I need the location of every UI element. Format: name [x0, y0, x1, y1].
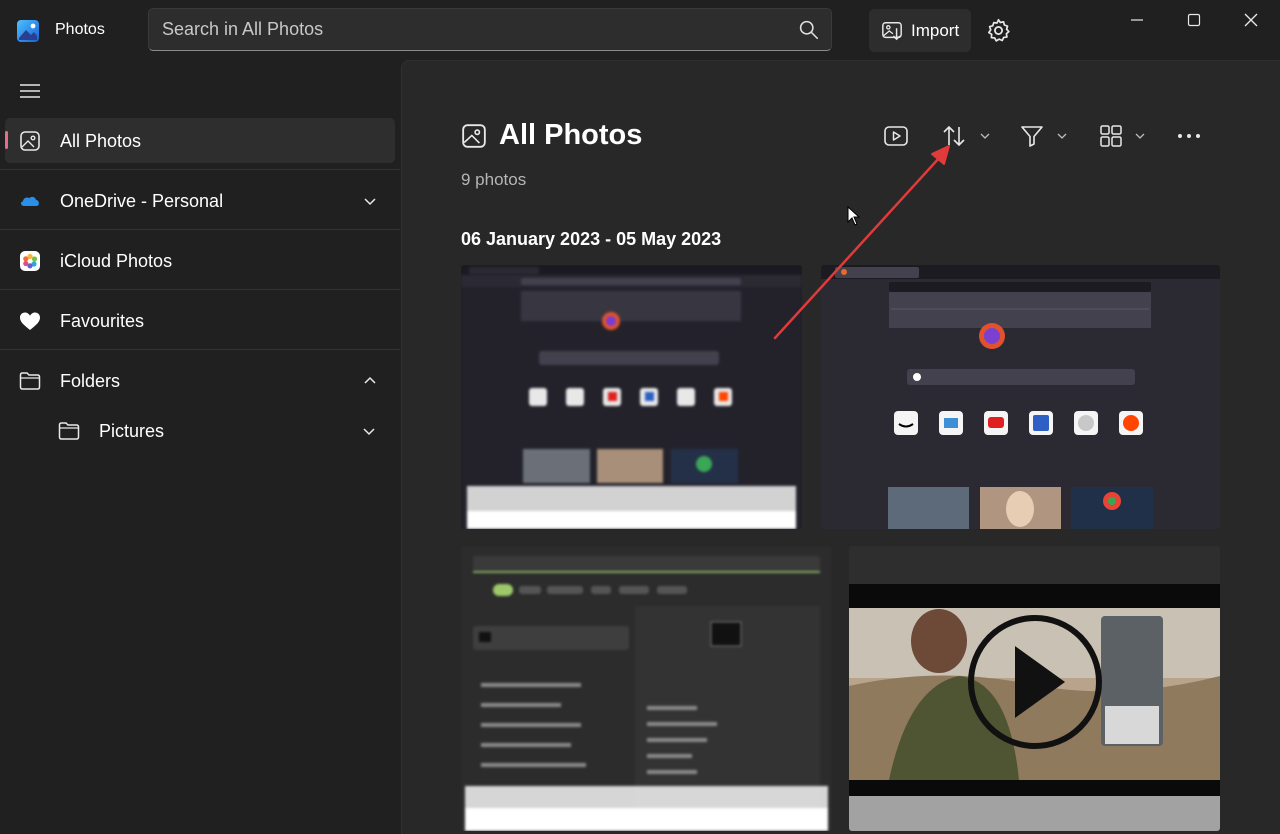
chevron-down-icon[interactable] [979, 123, 991, 149]
maximize-button[interactable] [1179, 8, 1209, 32]
photo-thumbnail[interactable] [821, 265, 1220, 529]
photo-thumbnail[interactable] [461, 265, 802, 529]
minimize-button[interactable] [1122, 8, 1152, 32]
sidebar-item-favourites[interactable]: Favourites [5, 298, 395, 343]
mouse-cursor [847, 206, 861, 226]
sidebar: All Photos OneDrive - Personal iCloud Ph… [0, 60, 401, 834]
firefox-screenshot-image [461, 265, 802, 529]
import-icon [882, 22, 902, 41]
folder-icon [58, 422, 80, 440]
sidebar-item-label: iCloud Photos [60, 251, 173, 271]
filter-icon[interactable] [1019, 123, 1045, 149]
video-frame-image [849, 546, 1220, 831]
sidebar-item-all-photos[interactable]: All Photos [5, 118, 395, 163]
view-layout-icon[interactable] [1098, 123, 1124, 149]
command-prompt-screenshot-image [461, 546, 832, 831]
search-icon[interactable] [798, 19, 819, 40]
sidebar-item-label: Folders [60, 371, 121, 391]
sidebar-item-pictures[interactable]: Pictures [5, 408, 395, 453]
sidebar-item-folders[interactable]: Folders [5, 358, 395, 403]
sort-icon[interactable] [941, 123, 967, 149]
chevron-up-icon[interactable] [362, 373, 378, 389]
import-label: Import [911, 21, 960, 40]
sidebar-item-label: OneDrive - Personal [60, 191, 224, 211]
photos-app-icon [17, 20, 39, 42]
import-button[interactable]: Import [869, 9, 971, 52]
app-title: Photos [55, 21, 105, 38]
firefox-screenshot-image [821, 265, 1220, 529]
divider [0, 169, 400, 170]
video-thumbnail[interactable] [849, 546, 1220, 831]
gear-icon[interactable] [985, 17, 1012, 44]
photos-icon [462, 124, 486, 148]
photo-count: 9 photos [461, 170, 527, 189]
page-title: All Photos [499, 119, 643, 151]
search-input[interactable] [162, 9, 782, 50]
selection-indicator [5, 131, 8, 149]
divider [0, 229, 400, 230]
sidebar-item-label: Favourites [60, 311, 145, 331]
sidebar-item-onedrive[interactable]: OneDrive - Personal [5, 178, 395, 223]
main-content: All Photos 9 photos 06 January 2023 - 05… [401, 60, 1280, 834]
divider [0, 349, 400, 350]
sidebar-item-label: All Photos [60, 131, 142, 151]
hamburger-menu-icon[interactable] [18, 81, 42, 101]
chevron-down-icon[interactable] [1134, 123, 1146, 149]
close-button[interactable] [1236, 8, 1266, 32]
title-bar: Photos Import [0, 0, 1280, 60]
chevron-down-icon[interactable] [362, 193, 378, 209]
chevron-down-icon[interactable] [1056, 123, 1068, 149]
date-group-header: 06 January 2023 - 05 May 2023 [461, 229, 722, 249]
photos-icon [20, 131, 40, 151]
heart-icon [20, 312, 40, 330]
icloud-photos-icon [20, 251, 40, 271]
photo-thumbnail[interactable] [461, 546, 832, 831]
sidebar-item-icloud-photos[interactable]: iCloud Photos [5, 238, 395, 283]
divider [0, 289, 400, 290]
more-icon[interactable] [1176, 123, 1202, 149]
onedrive-cloud-icon [21, 196, 39, 206]
search-box[interactable] [148, 8, 832, 51]
sidebar-item-label: Pictures [99, 421, 165, 441]
chevron-down-icon[interactable] [361, 423, 377, 439]
slideshow-icon[interactable] [883, 123, 909, 149]
folder-icon [19, 372, 41, 390]
